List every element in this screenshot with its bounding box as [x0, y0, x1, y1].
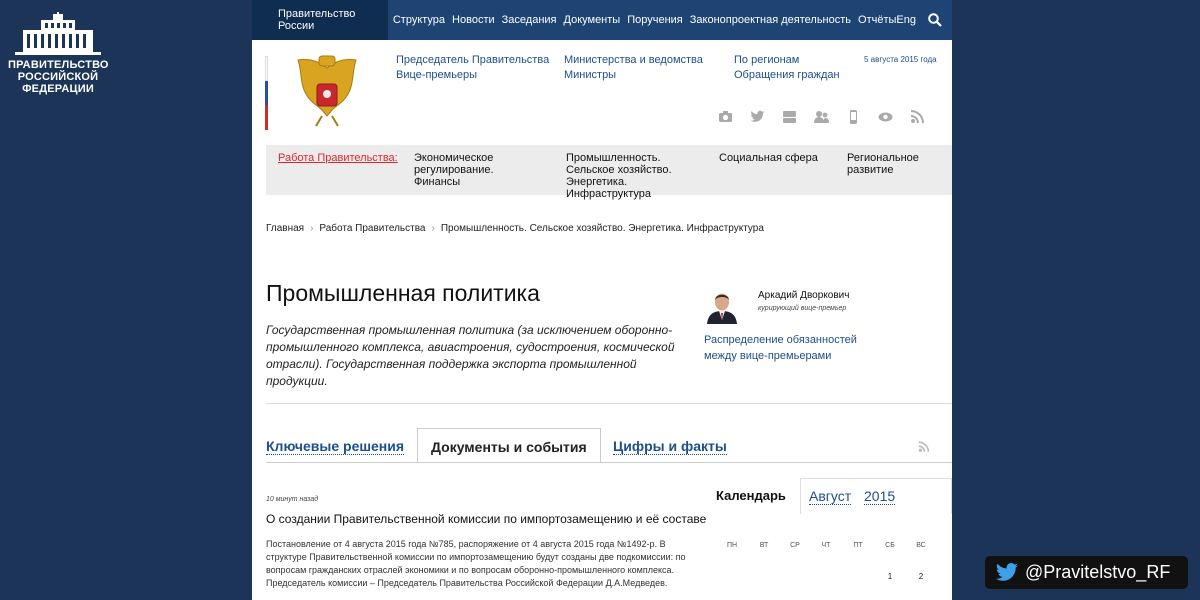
- breadcrumb-separator-icon: ›: [310, 223, 314, 234]
- breadcrumb-home[interactable]: Главная: [266, 223, 304, 234]
- nav-item-meetings[interactable]: Заседания: [502, 14, 557, 26]
- nav-item-orders[interactable]: Поручения: [627, 14, 683, 26]
- calendar-title: Календарь: [716, 488, 786, 503]
- brand-line: ПРАВИТЕЛЬСТВО: [8, 59, 109, 71]
- tab-key-decisions[interactable]: Ключевые решения: [266, 438, 405, 455]
- calendar-month-select[interactable]: Август: [809, 488, 852, 505]
- nav-home-link[interactable]: Правительство России: [252, 0, 388, 40]
- page-description: Государственная промышленная политика (з…: [266, 323, 675, 388]
- calendar-day[interactable]: 1: [880, 572, 900, 581]
- nav-item-structure[interactable]: Структура: [393, 14, 445, 26]
- link-deputy-premiers[interactable]: Вице-премьеры: [396, 69, 477, 81]
- site-page: Правительство России Структура Новости З…: [252, 0, 952, 600]
- link-ministries[interactable]: Министерства и ведомства: [564, 54, 703, 66]
- duties-distribution-link[interactable]: Распределение обязанностей между вице-пр…: [704, 332, 864, 364]
- nav-item-news[interactable]: Новости: [452, 14, 495, 26]
- curator-role: курирующий вице-премьер: [758, 305, 847, 312]
- weekday-label: ПТ: [853, 542, 863, 549]
- link-regions[interactable]: По регионам: [734, 54, 799, 66]
- twitter-icon[interactable]: [750, 110, 765, 124]
- news-summary: Постановление от 4 августа 2015 года №78…: [266, 539, 686, 588]
- russian-tricolor: [265, 56, 268, 130]
- nav-item-reports[interactable]: Отчёты: [858, 14, 896, 26]
- work-menu-title[interactable]: Работа Правительства:: [278, 152, 398, 164]
- weekday-label: ЧТ: [821, 542, 831, 549]
- work-item-regional[interactable]: Региональное развитие: [847, 152, 927, 176]
- breadcrumb-separator-icon: ›: [431, 223, 435, 234]
- nav-item-legislation[interactable]: Законопроектная деятельность: [690, 14, 851, 26]
- news-title-link[interactable]: О создании Правительственной комиссии по…: [266, 512, 706, 526]
- tab-underline: [266, 462, 952, 463]
- weekday-label: ВС: [916, 542, 926, 549]
- brand-line: РОССИЙСКОЙ: [17, 71, 99, 83]
- curator-name[interactable]: Аркадий Дворкович: [758, 290, 849, 301]
- tab-facts-figures[interactable]: Цифры и факты: [613, 438, 727, 455]
- twitter-badge[interactable]: @Pravitelstvo_RF: [985, 556, 1188, 589]
- mobile-icon[interactable]: [846, 110, 861, 124]
- twitter-bird-icon: [996, 562, 1018, 581]
- eye-icon[interactable]: [878, 110, 893, 124]
- weekday-label: ВТ: [759, 542, 769, 549]
- breadcrumb-work[interactable]: Работа Правительства: [319, 223, 425, 234]
- work-item-industry[interactable]: Промышленность. Сельское хозяйство. Энер…: [566, 152, 706, 200]
- calendar-year-select[interactable]: 2015: [864, 488, 896, 505]
- top-navigation: Правительство России Структура Новости З…: [252, 0, 952, 40]
- current-date: 5 августа 2015 года: [864, 55, 937, 64]
- curator-avatar[interactable]: [704, 290, 740, 324]
- rss-icon[interactable]: [910, 110, 925, 124]
- language-switch[interactable]: Eng: [896, 14, 916, 26]
- link-ministers[interactable]: Министры: [564, 69, 616, 81]
- social-icons: [718, 110, 925, 124]
- government-building-icon: [15, 12, 101, 55]
- rss-icon[interactable]: [918, 440, 930, 458]
- twitter-handle: @Pravitelstvo_RF: [1025, 562, 1171, 582]
- government-logo[interactable]: ПРАВИТЕЛЬСТВО РОССИЙСКОЙ ФЕДЕРАЦИИ: [8, 12, 109, 95]
- calendar-day[interactable]: 2: [911, 572, 931, 581]
- left-brand-panel: ПРАВИТЕЛЬСТВО РОССИЙСКОЙ ФЕДЕРАЦИИ: [0, 0, 252, 600]
- work-item-economy[interactable]: Экономическое регулирование. Финансы: [414, 152, 534, 188]
- nav-item-documents[interactable]: Документы: [564, 14, 621, 26]
- link-appeals[interactable]: Обращения граждан: [734, 69, 840, 81]
- weekday-label: СБ: [885, 542, 895, 549]
- breadcrumb: Главная › Работа Правительства › Промышленно…: [266, 223, 764, 234]
- weekday-label: ПН: [726, 542, 738, 549]
- breadcrumb-current: Промышленность. Сельское хозяйство. Энер…: [440, 223, 764, 234]
- youtube-icon[interactable]: [782, 110, 797, 124]
- search-icon[interactable]: [928, 13, 942, 27]
- weekday-label: СР: [790, 542, 800, 549]
- divider: [266, 403, 952, 404]
- brand-line: ФЕДЕРАЦИИ: [22, 83, 94, 95]
- camera-icon[interactable]: [718, 110, 733, 124]
- news-timestamp: 10 минут назад: [266, 496, 319, 503]
- tab-documents-events[interactable]: Документы и события: [417, 428, 601, 463]
- link-chairman[interactable]: Председатель Правительства: [396, 54, 549, 66]
- government-work-menu: Работа Правительства: Экономическое регу…: [266, 145, 952, 200]
- work-item-social[interactable]: Социальная сфера: [719, 152, 829, 164]
- page-title: Промышленная политика: [266, 280, 540, 306]
- community-icon[interactable]: [814, 110, 829, 124]
- right-background: [952, 0, 1200, 600]
- coat-of-arms-emblem[interactable]: [292, 54, 362, 130]
